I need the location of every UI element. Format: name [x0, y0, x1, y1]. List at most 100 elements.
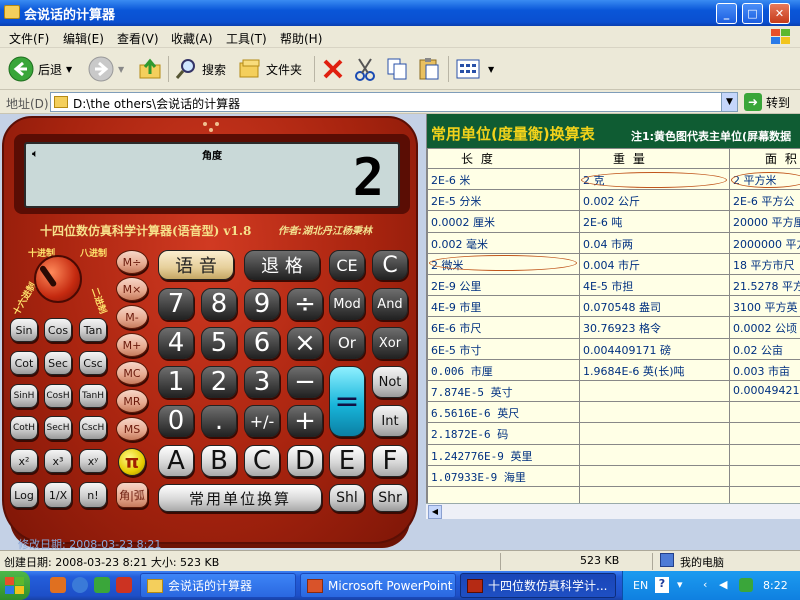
- or-key[interactable]: Or: [329, 327, 365, 359]
- multiply-key[interactable]: ×: [287, 327, 323, 359]
- csc-key[interactable]: Csc: [79, 351, 107, 375]
- go-button[interactable]: ➜ 转到: [744, 92, 790, 112]
- forward-dropdown-icon[interactable]: ▼: [118, 65, 124, 74]
- menu-help[interactable]: 帮助(H): [280, 30, 322, 47]
- sec-key[interactable]: Sec: [44, 351, 72, 375]
- pi-key[interactable]: π: [118, 448, 146, 476]
- angle-radian-toggle-key[interactable]: 角|弧: [116, 482, 148, 508]
- search-button[interactable]: 搜索: [174, 53, 226, 85]
- volume-icon[interactable]: ◀: [719, 578, 727, 591]
- maximize-button[interactable]: □: [742, 3, 763, 24]
- tray-arrow-icon[interactable]: ‹: [703, 578, 707, 591]
- digit-1-key[interactable]: 1: [158, 366, 194, 398]
- reciprocal-key[interactable]: 1/X: [44, 482, 72, 508]
- quicklaunch-app-icon[interactable]: [116, 577, 132, 593]
- memory-multiply-key[interactable]: M×: [116, 277, 148, 301]
- close-button[interactable]: ✕: [769, 3, 790, 24]
- tanh-key[interactable]: TanH: [79, 384, 107, 408]
- up-folder-button[interactable]: [138, 53, 162, 85]
- csch-key[interactable]: CscH: [79, 416, 107, 440]
- menu-tools[interactable]: 工具(T): [226, 30, 267, 47]
- help-icon[interactable]: ?: [655, 577, 669, 593]
- sin-key[interactable]: Sin: [10, 318, 38, 342]
- cube-key[interactable]: x³: [44, 449, 72, 473]
- window-title-bar[interactable]: 会说话的计算器 _ □ ✕: [0, 0, 800, 26]
- show-desktop-icon[interactable]: [94, 577, 110, 593]
- horizontal-scrollbar[interactable]: ◀: [426, 503, 800, 519]
- xor-key[interactable]: Xor: [372, 327, 408, 359]
- minus-key[interactable]: −: [287, 366, 323, 398]
- digit-7-key[interactable]: 7: [158, 288, 194, 320]
- hex-e-key[interactable]: E: [329, 445, 365, 477]
- menu-edit[interactable]: 编辑(E): [63, 30, 104, 47]
- shift-left-key[interactable]: Shl: [329, 484, 365, 512]
- digit-4-key[interactable]: 4: [158, 327, 194, 359]
- tan-key[interactable]: Tan: [79, 318, 107, 342]
- clear-key[interactable]: C: [372, 250, 408, 280]
- forward-button[interactable]: ▼: [88, 53, 124, 85]
- views-button[interactable]: ▼: [456, 53, 494, 85]
- sinh-key[interactable]: SinH: [10, 384, 38, 408]
- sech-key[interactable]: SecH: [44, 416, 72, 440]
- digit-0-key[interactable]: 0: [158, 405, 194, 437]
- tray-expand-icon[interactable]: ▾: [677, 578, 683, 591]
- hex-f-key[interactable]: F: [372, 445, 408, 477]
- sign-toggle-key[interactable]: +/-: [244, 405, 280, 437]
- address-input[interactable]: D:\the others\会说话的计算器 ▼: [50, 92, 738, 112]
- copy-button[interactable]: [384, 53, 410, 85]
- language-indicator[interactable]: EN: [633, 579, 648, 592]
- plus-key[interactable]: +: [287, 405, 323, 437]
- divide-key[interactable]: ÷: [287, 288, 323, 320]
- cos-key[interactable]: Cos: [44, 318, 72, 342]
- taskbar-explorer-window[interactable]: 会说话的计算器: [140, 573, 296, 598]
- memory-plus-key[interactable]: M+: [116, 333, 148, 357]
- backspace-button[interactable]: 退 格: [244, 250, 320, 280]
- menu-favorites[interactable]: 收藏(A): [171, 30, 213, 47]
- views-dropdown-icon[interactable]: ▼: [488, 65, 494, 74]
- back-dropdown-icon[interactable]: ▼: [66, 65, 72, 74]
- memory-minus-key[interactable]: M-: [116, 305, 148, 329]
- start-button[interactable]: [0, 571, 30, 600]
- equals-key[interactable]: =: [329, 366, 365, 437]
- security-shield-icon[interactable]: [739, 578, 753, 592]
- power-key[interactable]: xʸ: [79, 449, 107, 473]
- digit-3-key[interactable]: 3: [244, 366, 280, 398]
- folders-button[interactable]: 文件夹: [238, 53, 302, 85]
- hex-c-key[interactable]: C: [244, 445, 280, 477]
- decimal-point-key[interactable]: .: [201, 405, 237, 437]
- square-key[interactable]: x²: [10, 449, 38, 473]
- factorial-key[interactable]: n!: [79, 482, 107, 508]
- digit-8-key[interactable]: 8: [201, 288, 237, 320]
- internet-explorer-icon[interactable]: [72, 577, 88, 593]
- log-key[interactable]: Log: [10, 482, 38, 508]
- memory-recall-key[interactable]: MR: [116, 389, 148, 413]
- back-button[interactable]: 后退 ▼: [8, 53, 72, 85]
- digit-9-key[interactable]: 9: [244, 288, 280, 320]
- coth-key[interactable]: CotH: [10, 416, 38, 440]
- paste-button[interactable]: [416, 53, 442, 85]
- mod-key[interactable]: Mod: [329, 288, 365, 320]
- digit-2-key[interactable]: 2: [201, 366, 237, 398]
- hex-a-key[interactable]: A: [158, 445, 194, 477]
- taskbar-powerpoint-window[interactable]: Microsoft PowerPoint: [300, 573, 456, 598]
- cot-key[interactable]: Cot: [10, 351, 38, 375]
- not-key[interactable]: Not: [372, 366, 408, 398]
- cosh-key[interactable]: CosH: [44, 384, 72, 408]
- digit-5-key[interactable]: 5: [201, 327, 237, 359]
- minimize-button[interactable]: _: [716, 3, 737, 24]
- digit-6-key[interactable]: 6: [244, 327, 280, 359]
- hex-d-key[interactable]: D: [287, 445, 323, 477]
- number-base-dial[interactable]: [34, 255, 82, 303]
- delete-button[interactable]: [320, 53, 346, 85]
- address-dropdown-icon[interactable]: ▼: [721, 93, 737, 111]
- taskbar-calculator-window[interactable]: 十四位数仿真科学计...: [460, 573, 616, 598]
- memory-store-key[interactable]: MS: [116, 417, 148, 441]
- cut-button[interactable]: [352, 53, 378, 85]
- scroll-left-icon[interactable]: ◀: [428, 505, 442, 519]
- menu-view[interactable]: 查看(V): [117, 30, 159, 47]
- shift-right-key[interactable]: Shr: [372, 484, 408, 512]
- memory-clear-key[interactable]: MC: [116, 361, 148, 385]
- int-key[interactable]: Int: [372, 405, 408, 437]
- quicklaunch-app-icon[interactable]: [50, 577, 66, 593]
- and-key[interactable]: And: [372, 288, 408, 320]
